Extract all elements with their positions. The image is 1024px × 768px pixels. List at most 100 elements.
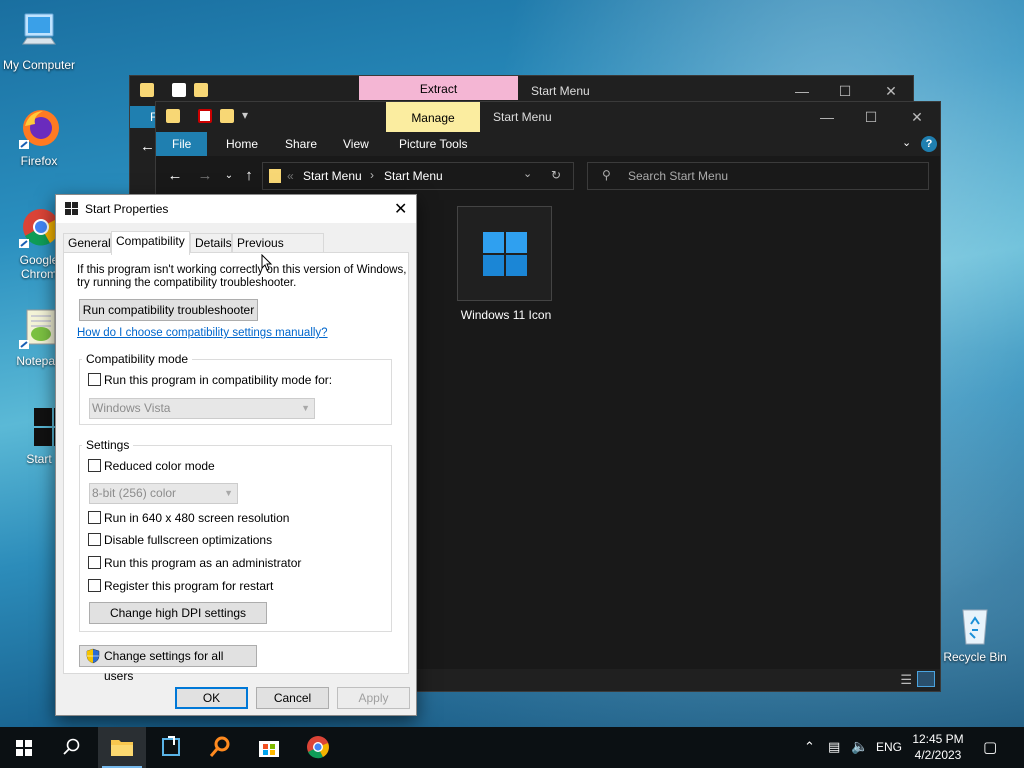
checkbox-box[interactable] bbox=[88, 533, 101, 546]
tab-picture-tools[interactable]: Picture Tools bbox=[389, 132, 477, 156]
show-hidden-icons-icon[interactable]: ⌃ bbox=[804, 739, 815, 755]
checkbox-label: Disable fullscreen optimizations bbox=[104, 533, 273, 547]
folder-icon bbox=[140, 83, 154, 97]
desktop-icon-firefox[interactable]: Firefox bbox=[1, 106, 77, 168]
title-bar[interactable]: ▾ Manage Start Menu — ☐ ✕ bbox=[156, 102, 940, 132]
checkbox-label: Run this program as an administrator bbox=[104, 556, 302, 570]
checkbox-box[interactable] bbox=[88, 459, 101, 472]
change-dpi-button[interactable]: Change high DPI settings bbox=[89, 602, 267, 624]
dialog-title-bar[interactable]: Start Properties ✕ bbox=[56, 195, 416, 223]
notifications-icon[interactable]: ▢ bbox=[983, 738, 997, 756]
manage-context-tab[interactable]: Manage bbox=[386, 102, 480, 132]
details-view-icon[interactable]: ☰ bbox=[900, 672, 912, 688]
tab-compatibility[interactable]: Compatibility bbox=[111, 231, 190, 255]
desktop-icon-my-computer[interactable]: My Computer bbox=[1, 10, 77, 72]
properties-dialog[interactable]: Start Properties ✕ General Compatibility… bbox=[55, 194, 417, 716]
taskbar-chrome[interactable] bbox=[294, 727, 342, 768]
maximize-button[interactable]: ☐ bbox=[830, 80, 860, 102]
taskbar-app-search-tool[interactable] bbox=[196, 727, 244, 768]
breadcrumb-separator-icon[interactable]: › bbox=[370, 168, 374, 182]
blue-app-icon bbox=[162, 736, 180, 756]
windows-11-logo-icon bbox=[483, 232, 527, 276]
window-title: Start Menu bbox=[493, 110, 552, 124]
volume-icon[interactable]: 🔈 bbox=[851, 738, 868, 755]
chevron-down-icon: ▼ bbox=[224, 488, 233, 498]
back-arrow-icon[interactable]: ← bbox=[140, 138, 155, 155]
close-icon[interactable]: ✕ bbox=[394, 199, 407, 219]
address-dropdown-icon[interactable]: ⌄ bbox=[523, 167, 532, 180]
maximize-button[interactable]: ☐ bbox=[856, 106, 886, 128]
minimize-button[interactable]: — bbox=[812, 106, 842, 128]
change-all-users-button[interactable]: Change settings for all users bbox=[79, 645, 257, 683]
properties-icon[interactable] bbox=[198, 109, 212, 123]
close-button[interactable]: ✕ bbox=[902, 106, 932, 128]
tab-share[interactable]: Share bbox=[275, 132, 327, 156]
file-name[interactable]: Windows 11 Icon bbox=[446, 308, 566, 322]
cancel-button[interactable]: Cancel bbox=[256, 687, 329, 709]
checkbox-box[interactable] bbox=[88, 511, 101, 524]
tab-view[interactable]: View bbox=[333, 132, 379, 156]
taskbar-store[interactable] bbox=[245, 727, 293, 768]
help-link[interactable]: How do I choose compatibility settings m… bbox=[77, 327, 328, 339]
search-icon bbox=[63, 738, 80, 755]
forward-arrow-icon[interactable]: → bbox=[195, 166, 215, 186]
desktop-icon-recycle-bin[interactable]: Recycle Bin bbox=[937, 602, 1013, 664]
file-explorer-icon bbox=[111, 740, 133, 756]
apply-button[interactable]: Apply bbox=[337, 687, 410, 709]
language-indicator[interactable]: ENG bbox=[876, 740, 902, 754]
ribbon-tabs: File Home Share View Picture Tools ⌄ ? bbox=[156, 132, 940, 156]
properties-icon[interactable] bbox=[172, 83, 186, 97]
new-folder-icon[interactable] bbox=[194, 83, 208, 97]
ok-button[interactable]: OK bbox=[175, 687, 248, 709]
tab-home[interactable]: Home bbox=[216, 132, 268, 156]
extract-context-tab[interactable]: Extract bbox=[359, 76, 518, 100]
large-icons-view-icon[interactable] bbox=[917, 671, 935, 687]
help-icon[interactable]: ? bbox=[921, 136, 937, 152]
taskbar-app-2[interactable] bbox=[147, 727, 195, 768]
breadcrumb-item[interactable]: Start Menu bbox=[384, 169, 443, 183]
clock[interactable]: 12:45 PM 4/2/2023 bbox=[908, 731, 968, 763]
recycle-bin-icon bbox=[953, 602, 997, 646]
color-depth-select[interactable]: 8-bit (256) color ▼ bbox=[89, 483, 238, 504]
refresh-icon[interactable]: ↻ bbox=[551, 168, 561, 182]
window-title: Start Menu bbox=[531, 84, 590, 98]
search-box[interactable]: ⚲ Search Start Menu bbox=[587, 162, 929, 190]
file-tab-back[interactable]: F bbox=[130, 106, 158, 128]
checkbox-label: Register this program for restart bbox=[104, 579, 274, 593]
tab-general[interactable]: General bbox=[63, 233, 111, 253]
ribbon-expand-icon[interactable]: ⌄ bbox=[902, 136, 911, 149]
navigation-bar: ← → ⌄ ↑ « Start Menu › Start Menu ⌄ ↻ ⚲ … bbox=[156, 156, 940, 196]
checkbox-box[interactable] bbox=[88, 373, 101, 386]
taskbar-file-explorer[interactable] bbox=[98, 727, 146, 768]
button-label: Change settings for all users bbox=[104, 649, 224, 683]
compatibility-panel: If this program isn't working correctly … bbox=[63, 252, 409, 683]
back-arrow-icon[interactable]: ← bbox=[165, 166, 185, 186]
group-label: Compatibility mode bbox=[82, 352, 193, 366]
compatibility-mode-group: Compatibility mode Run this program in c… bbox=[79, 352, 392, 425]
taskbar-search-button[interactable] bbox=[48, 727, 96, 768]
address-bar[interactable]: « Start Menu › Start Menu ⌄ ↻ bbox=[262, 162, 574, 190]
magnifier-app-icon bbox=[209, 736, 230, 757]
up-arrow-icon[interactable]: ↑ bbox=[239, 166, 259, 186]
file-item[interactable] bbox=[457, 206, 552, 301]
select-value: Windows Vista bbox=[92, 401, 171, 415]
tab-file[interactable]: File bbox=[156, 132, 208, 156]
network-icon[interactable]: ▤ bbox=[828, 739, 840, 755]
checkbox-box[interactable] bbox=[88, 556, 101, 569]
recent-dropdown-icon[interactable]: ⌄ bbox=[219, 166, 239, 186]
compat-os-select[interactable]: Windows Vista ▼ bbox=[89, 398, 315, 419]
breadcrumb-item[interactable]: Start Menu bbox=[303, 169, 362, 183]
close-button[interactable]: ✕ bbox=[876, 80, 906, 102]
start-button[interactable] bbox=[0, 727, 48, 768]
tab-details[interactable]: Details bbox=[190, 233, 232, 253]
new-folder-icon[interactable] bbox=[220, 109, 234, 123]
address-overflow[interactable]: « bbox=[287, 169, 294, 183]
chevron-down-icon: ▼ bbox=[301, 403, 310, 413]
checkbox-box[interactable] bbox=[88, 579, 101, 592]
run-troubleshooter-button[interactable]: Run compatibility troubleshooter bbox=[79, 299, 258, 321]
checkbox-label: Run this program in compatibility mode f… bbox=[104, 373, 333, 387]
tab-previous-versions[interactable]: Previous Versions bbox=[232, 233, 324, 268]
qa-dropdown-icon[interactable]: ▾ bbox=[242, 108, 248, 122]
minimize-button[interactable]: — bbox=[787, 80, 817, 102]
intro-line: try running the compatibility troublesho… bbox=[77, 277, 297, 289]
